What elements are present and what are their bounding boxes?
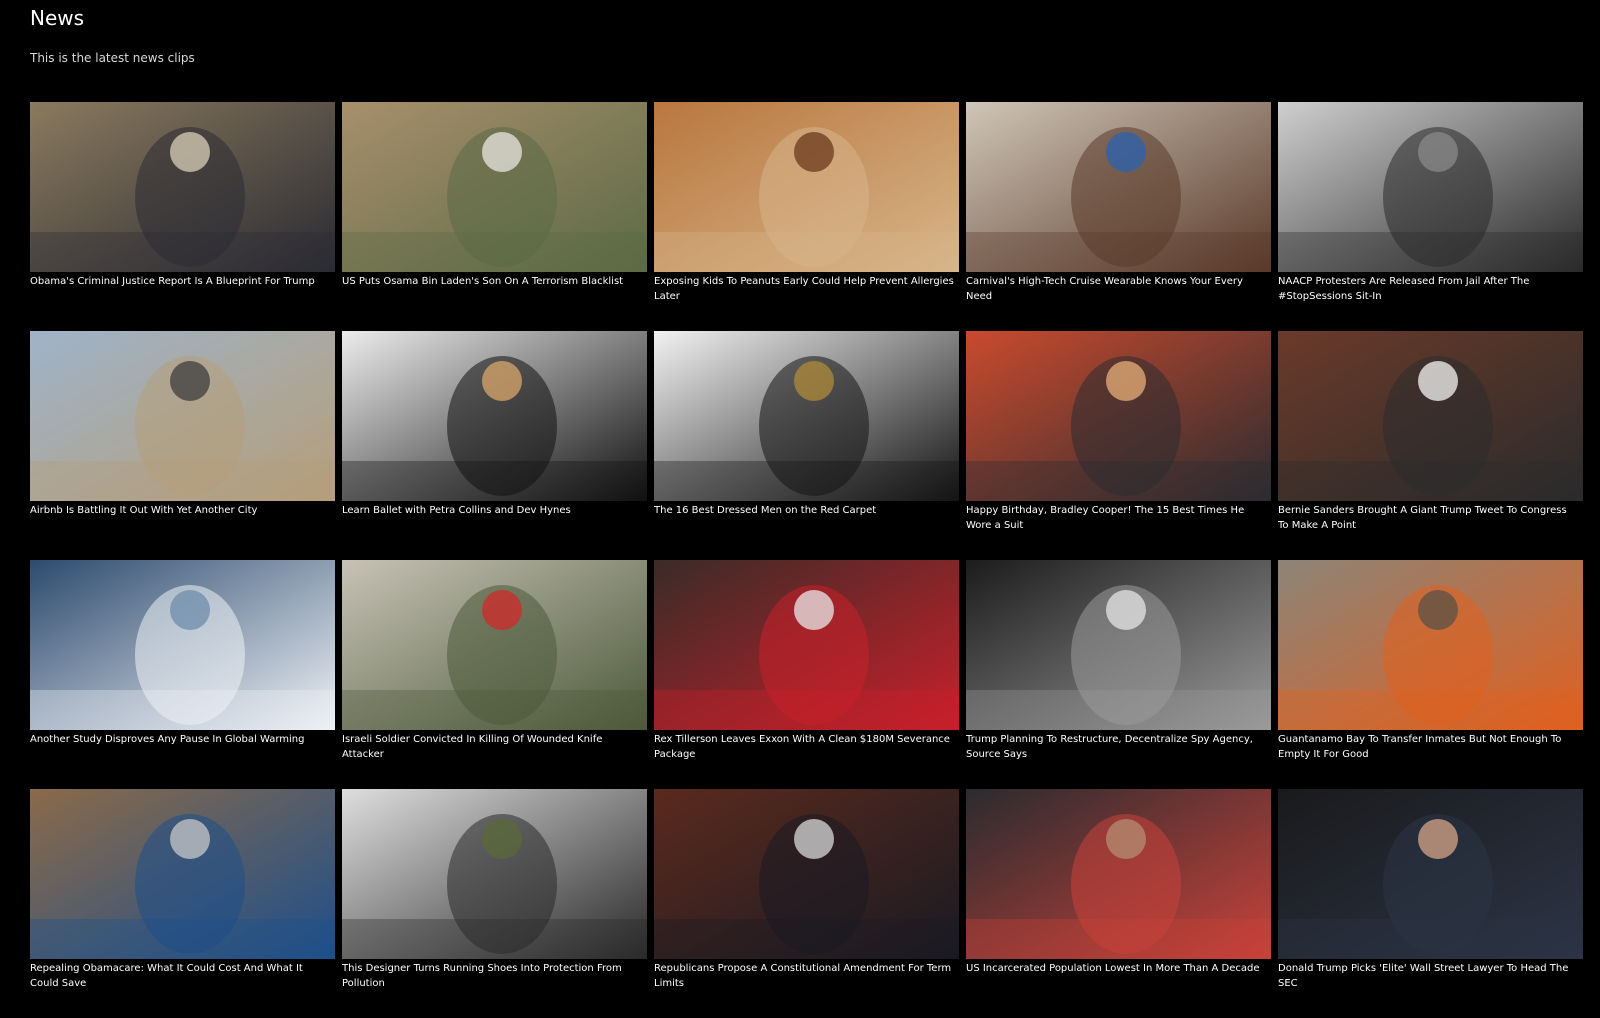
news-clip-card[interactable]: Carnival's High-Tech Cruise Wearable Kno… [966, 102, 1271, 331]
news-clip-caption[interactable]: Another Study Disproves Any Pause In Glo… [30, 732, 335, 747]
news-clip-card[interactable]: Israeli Soldier Convicted In Killing Of … [342, 560, 647, 789]
news-clip-caption[interactable]: Guantanamo Bay To Transfer Inmates But N… [1278, 732, 1583, 762]
page-subtitle: This is the latest news clips [30, 51, 195, 65]
news-clip-caption[interactable]: Happy Birthday, Bradley Cooper! The 15 B… [966, 503, 1271, 533]
news-clip-caption[interactable]: Israeli Soldier Convicted In Killing Of … [342, 732, 647, 762]
news-clip-caption[interactable]: Airbnb Is Battling It Out With Yet Anoth… [30, 503, 335, 518]
news-clip-caption[interactable]: Repealing Obamacare: What It Could Cost … [30, 961, 335, 991]
laptop-healthcare-thumbnail[interactable] [30, 789, 335, 959]
ambulance-street-thumbnail[interactable] [342, 560, 647, 730]
news-clip-caption[interactable]: The 16 Best Dressed Men on the Red Carpe… [654, 503, 959, 518]
news-clip-grid: Obama's Criminal Justice Report Is A Blu… [30, 102, 1583, 1018]
news-clip-caption[interactable]: Learn Ballet with Petra Collins and Dev … [342, 503, 647, 518]
news-clip-card[interactable]: US Incarcerated Population Lowest In Mor… [966, 789, 1271, 1018]
red-carpet-suit-thumbnail[interactable] [966, 331, 1271, 501]
news-clip-card[interactable]: NAACP Protesters Are Released From Jail … [1278, 102, 1583, 331]
news-clip-card[interactable]: Trump Planning To Restructure, Decentral… [966, 560, 1271, 789]
news-clip-card[interactable]: The 16 Best Dressed Men on the Red Carpe… [654, 331, 959, 560]
news-clip-caption[interactable]: Exposing Kids To Peanuts Early Could Hel… [654, 274, 959, 304]
oscars-tuxedo-thumbnail[interactable] [654, 331, 959, 501]
news-clip-card[interactable]: Happy Birthday, Bradley Cooper! The 15 B… [966, 331, 1271, 560]
wearable-watch-thumbnail[interactable] [966, 102, 1271, 272]
pollution-mask-thumbnail[interactable] [342, 789, 647, 959]
flag-illustration-thumbnail[interactable] [966, 789, 1271, 959]
news-clip-card[interactable]: Rex Tillerson Leaves Exxon With A Clean … [654, 560, 959, 789]
icebergs-thumbnail[interactable] [30, 560, 335, 730]
news-clip-card[interactable]: US Puts Osama Bin Laden's Son On A Terro… [342, 102, 647, 331]
mugshots-thumbnail[interactable] [1278, 102, 1583, 272]
news-clip-caption[interactable]: This Designer Turns Running Shoes Into P… [342, 961, 647, 991]
news-clip-card[interactable]: Learn Ballet with Petra Collins and Dev … [342, 331, 647, 560]
senate-tweet-thumbnail[interactable] [1278, 331, 1583, 501]
news-clip-card[interactable]: Guantanamo Bay To Transfer Inmates But N… [1278, 560, 1583, 789]
news-clip-card[interactable]: Airbnb Is Battling It Out With Yet Anoth… [30, 331, 335, 560]
news-clip-caption[interactable]: Donald Trump Picks 'Elite' Wall Street L… [1278, 961, 1583, 991]
ballet-piano-thumbnail[interactable] [342, 331, 647, 501]
news-clip-caption[interactable]: Republicans Propose A Constitutional Ame… [654, 961, 959, 991]
news-clip-caption[interactable]: Trump Planning To Restructure, Decentral… [966, 732, 1271, 762]
desert-camp-thumbnail[interactable] [342, 102, 647, 272]
prison-fence-thumbnail[interactable] [1278, 560, 1583, 730]
news-clip-caption[interactable]: US Incarcerated Population Lowest In Mor… [966, 961, 1271, 976]
eiffel-tower-thumbnail[interactable] [30, 331, 335, 501]
suited-man-portrait-thumbnail[interactable] [1278, 789, 1583, 959]
peanuts-jar-thumbnail[interactable] [654, 102, 959, 272]
news-clip-card[interactable]: This Designer Turns Running Shoes Into P… [342, 789, 647, 1018]
news-clip-card[interactable]: Donald Trump Picks 'Elite' Wall Street L… [1278, 789, 1583, 1018]
cia-seal-floor-thumbnail[interactable] [966, 560, 1271, 730]
page-title: News [30, 6, 85, 30]
news-clip-card[interactable]: Bernie Sanders Brought A Giant Trump Twe… [1278, 331, 1583, 560]
exxonmobil-podium-thumbnail[interactable] [654, 560, 959, 730]
news-clip-caption[interactable]: Bernie Sanders Brought A Giant Trump Twe… [1278, 503, 1583, 533]
news-clip-card[interactable]: Repealing Obamacare: What It Could Cost … [30, 789, 335, 1018]
news-clip-caption[interactable]: Carnival's High-Tech Cruise Wearable Kno… [966, 274, 1271, 304]
congress-chamber-thumbnail[interactable] [654, 789, 959, 959]
news-clip-card[interactable]: Republicans Propose A Constitutional Ame… [654, 789, 959, 1018]
news-clip-card[interactable]: Another Study Disproves Any Pause In Glo… [30, 560, 335, 789]
news-clip-card[interactable]: Obama's Criminal Justice Report Is A Blu… [30, 102, 335, 331]
news-clip-caption[interactable]: Obama's Criminal Justice Report Is A Blu… [30, 274, 335, 289]
news-clip-caption[interactable]: Rex Tillerson Leaves Exxon With A Clean … [654, 732, 959, 762]
news-clip-card[interactable]: Exposing Kids To Peanuts Early Could Hel… [654, 102, 959, 331]
news-clip-caption[interactable]: NAACP Protesters Are Released From Jail … [1278, 274, 1583, 304]
oval-office-meeting-thumbnail[interactable] [30, 102, 335, 272]
news-clip-caption[interactable]: US Puts Osama Bin Laden's Son On A Terro… [342, 274, 647, 289]
